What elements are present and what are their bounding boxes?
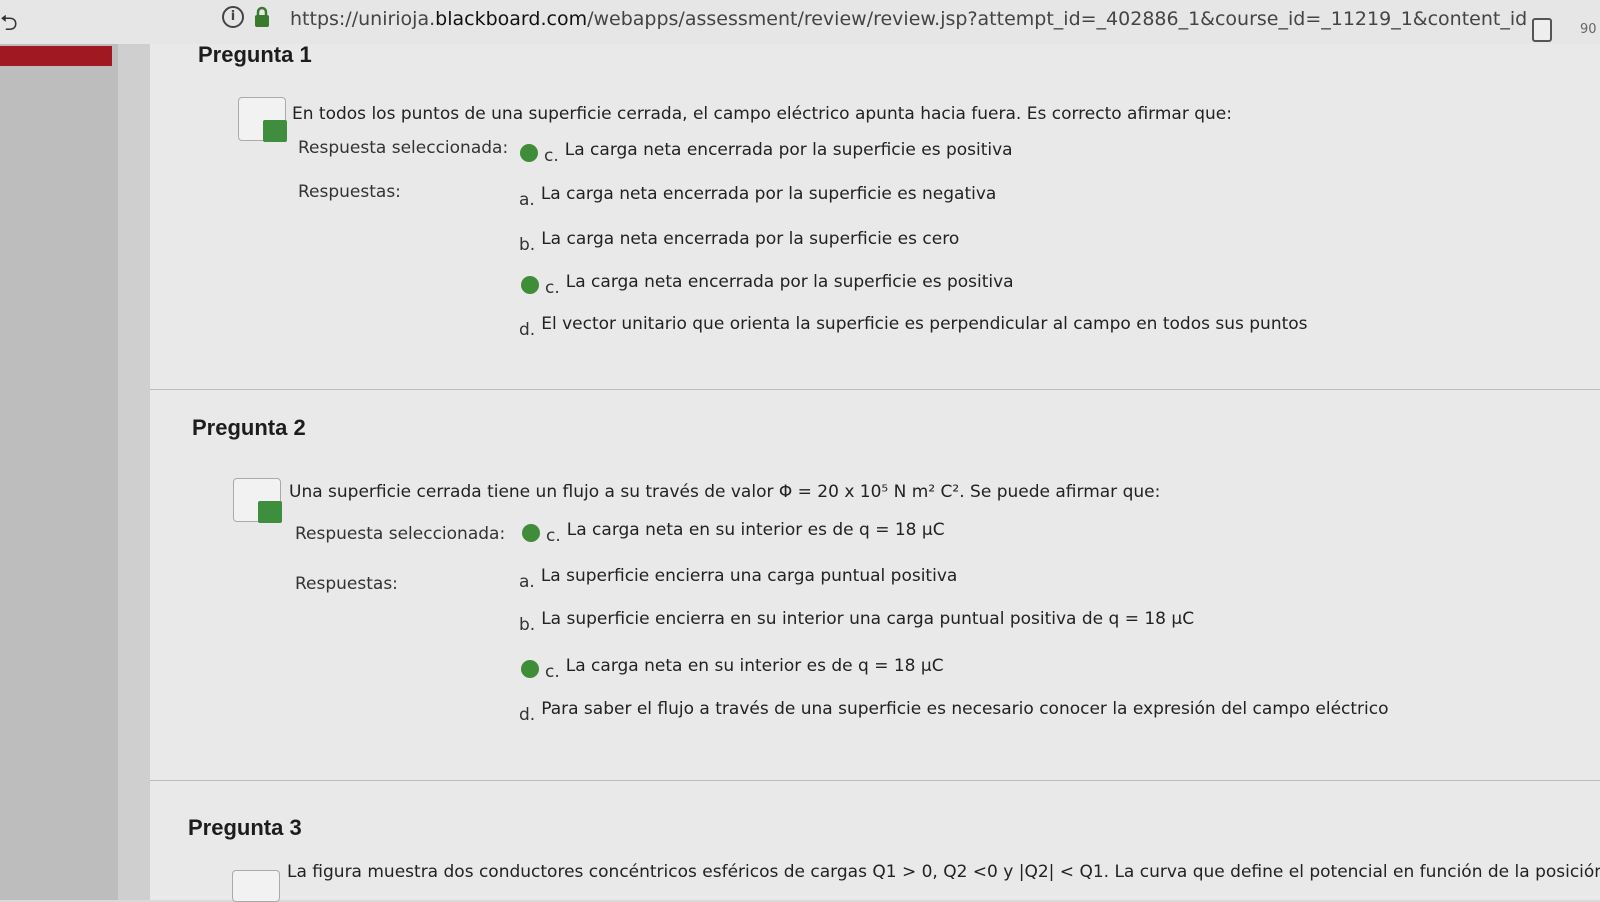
answers-label: Respuestas:: [298, 182, 401, 202]
question-1-title: Pregunta 1: [198, 42, 312, 67]
question-2-answer-c: c. La carga neta en su interior es de q =…: [521, 656, 944, 682]
check-circle-icon: [522, 524, 540, 542]
graded-check-icon: [263, 120, 287, 142]
course-menu-header[interactable]: [0, 46, 112, 66]
question-2-selected-answer: c. La carga neta en su interior es de q =…: [522, 520, 945, 546]
question-1-answer-a: a. La carga neta encerrada por la superfi…: [519, 184, 997, 210]
reader-mode-icon[interactable]: [1532, 18, 1552, 42]
question-1-answer-b: b. La carga neta encerrada por la superfi…: [519, 229, 960, 255]
graded-check-icon: [258, 501, 282, 523]
question-divider: [150, 389, 1600, 390]
question-3-title: Pregunta 3: [188, 815, 302, 840]
check-circle-icon: [521, 660, 539, 678]
check-circle-icon: [521, 276, 539, 294]
question-1-text: En todos los puntos de una superficie ce…: [292, 104, 1232, 124]
question-1-status: [238, 97, 287, 142]
answers-label: Respuestas:: [295, 574, 398, 594]
question-2-answer-d: d. Para saber el flujo a través de una su…: [519, 699, 1389, 725]
url-field[interactable]: https://unirioja.blackboard.com/webapps/…: [290, 8, 1527, 30]
question-2-text: Una superficie cerrada tiene un flujo a …: [289, 482, 1161, 502]
lock-icon: [255, 6, 269, 27]
question-3-text: La figura muestra dos conductores concén…: [287, 862, 1600, 882]
selected-answer-label: Respuesta seleccionada:: [298, 138, 509, 158]
review-content: [150, 44, 1600, 900]
question-1-answer-c: c. La carga neta encerrada por la superfi…: [521, 272, 1014, 298]
selected-answer-label: Respuesta seleccionada:: [295, 524, 506, 544]
check-circle-icon: [520, 144, 538, 162]
question-2-answer-a: a. La superficie encierra una carga puntu…: [519, 566, 958, 592]
browser-address-bar: ⮌ i https://unirioja.blackboard.com/weba…: [0, 0, 1600, 45]
question-1-selected-answer: c. La carga neta encerrada por la superfi…: [520, 140, 1013, 166]
zoom-level: 90: [1580, 22, 1597, 37]
question-1-answer-d: d. El vector unitario que orienta la supe…: [519, 314, 1308, 340]
question-2-status: [233, 478, 282, 523]
question-2-title: Pregunta 2: [192, 415, 306, 440]
info-icon[interactable]: i: [222, 6, 244, 28]
back-arrow-icon[interactable]: ⮌: [0, 6, 18, 44]
question-divider: [150, 780, 1600, 781]
question-2-answer-b: b. La superficie encierra en su interior …: [519, 609, 1195, 635]
panel-divider[interactable]: [118, 44, 150, 900]
question-3-status: [232, 870, 280, 902]
